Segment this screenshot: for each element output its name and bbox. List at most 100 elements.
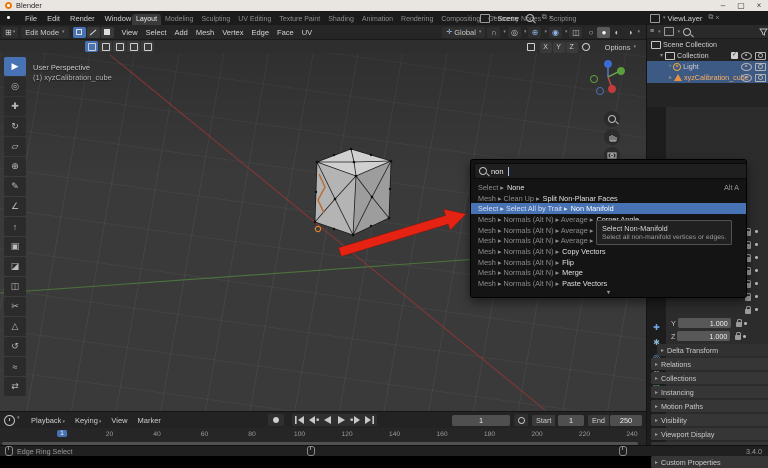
hide-viewport-icon[interactable] [741,51,752,60]
section-viewport-display[interactable]: ▸ Viewport Display [651,428,768,440]
workspace-tab-compositing[interactable]: Compositing [437,14,484,25]
section-motion-paths[interactable]: ▸ Motion Paths [651,400,768,412]
animate-dot-icon[interactable] [755,295,758,299]
viewport-menu-vertex[interactable]: Vertex [218,28,247,37]
tool-spin[interactable]: ↺ [4,337,26,356]
animate-dot-icon[interactable] [755,256,758,260]
outliner-row-collection[interactable]: ▾ Collection ✓ [647,50,768,61]
animate-dot-icon[interactable] [743,334,747,338]
section-delta-transform[interactable]: ▸ Delta Transform [657,344,768,356]
tool-smooth[interactable]: ≈ [4,357,26,376]
gizmo-y-neg[interactable] [590,75,598,83]
workspace-tab-rendering[interactable]: Rendering [397,14,437,25]
tool-rotate[interactable]: ↻ [4,117,26,136]
auto-keying-button[interactable] [268,414,284,426]
show-gizmo-toggle[interactable]: ⊕ [528,26,542,38]
animate-dot-icon[interactable] [755,282,758,286]
start-frame-field[interactable]: 1 [558,415,584,426]
minimize-button[interactable]: – [714,1,732,10]
workspace-tab-animation[interactable]: Animation [358,14,397,25]
workspace-tab-layout[interactable]: Layout [132,14,162,25]
section-instancing[interactable]: ▸ Instancing [651,386,768,398]
keying-set-icon[interactable] [514,414,528,426]
viewport-menu-face[interactable]: Face [273,28,298,37]
exclude-checkbox[interactable]: ✓ [731,52,738,59]
search-result-item[interactable]: Mesh ▸ Normals (Alt N) ▸ Paste Vectors [471,278,746,289]
tool-cursor[interactable]: ◎ [4,77,26,96]
orientation-dropdown[interactable]: ✛ Global ▾ [442,26,486,38]
mode-dropdown[interactable]: Edit Mode ▾ [21,26,69,38]
select-mode-edge[interactable] [86,26,100,38]
options-dropdown[interactable]: Options ▾ [600,41,640,53]
search-input[interactable]: non [474,163,747,179]
hide-viewport-icon[interactable] [741,73,752,82]
tool-loop-cut[interactable]: ◫ [4,277,26,296]
animate-dot-icon[interactable] [755,308,758,312]
search-result-item[interactable]: Mesh ▸ Normals (Alt N) ▸ Copy Vectors [471,246,746,257]
tool-knife[interactable]: ✂ [4,297,26,316]
disclosure-icon[interactable]: ▾ [660,52,663,59]
animate-dot-icon[interactable] [755,243,758,247]
hide-viewport-icon[interactable] [741,62,752,71]
animate-dot-icon[interactable] [755,230,758,234]
correct-face-attributes-icon[interactable] [579,41,593,53]
section-relations[interactable]: ▸ Relations [651,358,768,370]
viewport-menu-edge[interactable]: Edge [247,28,273,37]
shading-solid-button[interactable]: ● [597,26,611,38]
selection-op-subtract[interactable] [113,41,126,52]
calibration-cube[interactable] [313,147,393,237]
menu-render[interactable]: Render [65,14,100,23]
outliner-search-icon[interactable] [683,27,692,36]
search-result-item[interactable]: Select ▸ None Alt A [471,182,746,193]
current-frame-field[interactable]: 1 [452,415,510,426]
section-collections[interactable]: ▸ Collections [651,372,768,384]
selection-op-extend[interactable] [99,41,112,52]
workspace-tab-modeling[interactable]: Modeling [161,14,197,25]
search-result-item[interactable]: Mesh ▸ Clean Up ▸ Split Non-Planar Faces [471,193,746,204]
select-mode-vertex[interactable] [72,26,86,38]
workspace-tab-sculpting[interactable]: Sculpting [197,14,234,25]
scene-copy-icon[interactable]: ⧉ [542,14,547,22]
disable-render-icon[interactable] [755,73,766,82]
playhead-frame-badge[interactable]: 1 [57,430,67,437]
timeline-menu-view[interactable]: View [106,416,132,425]
viewport-menu-select[interactable]: Select [142,28,171,37]
show-overlays-toggle[interactable]: ◉ [548,26,562,38]
snap-magnet-icon[interactable]: ∩ [487,26,501,38]
disclosure-icon[interactable]: • [669,64,671,70]
lock-icon[interactable] [735,332,742,340]
gizmo-z-neg[interactable] [596,87,604,95]
zoom-tool-button[interactable] [604,111,620,127]
disable-render-icon[interactable] [755,51,766,60]
tool-scale[interactable]: ▱ [4,137,26,156]
menu-edit[interactable]: Edit [42,14,65,23]
end-frame-field[interactable]: 250 [610,415,642,426]
axis-value-field[interactable]: 1.000 [677,331,731,341]
mirror-icon[interactable] [524,41,538,53]
tool-transform[interactable]: ⊕ [4,157,26,176]
jump-to-start-button[interactable] [293,415,306,425]
workspace-tab-shading[interactable]: Shading [324,14,358,25]
timeline-menu-playback[interactable]: Playback▾ [26,416,70,425]
selection-op-invert[interactable] [127,41,140,52]
outliner-row-light[interactable]: • Light [647,61,768,72]
pan-tool-button[interactable] [604,129,620,145]
mirror-x-button[interactable]: X [539,41,552,53]
outliner-row-xyzcalibration_cube[interactable]: ▸ xyzCalibration_cube [647,72,768,83]
tool-poly-build[interactable]: △ [4,317,26,336]
previous-keyframe-button[interactable] [307,415,320,425]
scene-search-icon[interactable] [525,14,534,22]
outliner-filter-collection-icon[interactable] [663,27,674,36]
viewlayer-remove-icon[interactable]: × [715,15,719,22]
search-result-item[interactable]: Mesh ▸ Normals (Alt N) ▸ Merge [471,268,746,279]
animate-dot-icon[interactable] [743,321,747,325]
xray-toggle[interactable]: ◫ [569,26,583,38]
search-result-item[interactable]: Select ▸ Select All by Trait ▸ Non Manifo… [471,203,746,215]
tool-extrude-region[interactable]: ↑ [4,217,26,236]
play-button[interactable] [335,415,348,425]
timeline-editor-type-button[interactable]: ▾ [4,415,20,426]
next-keyframe-button[interactable] [349,415,362,425]
maximize-button[interactable]: ▢ [732,1,750,10]
timeline-menu-marker[interactable]: Marker [133,416,166,425]
workspace-tab-uv-editing[interactable]: UV Editing [234,14,275,25]
